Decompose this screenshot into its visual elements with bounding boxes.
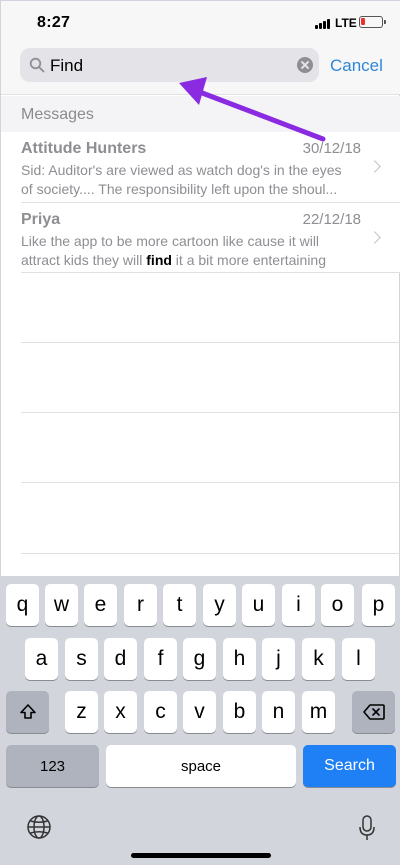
key-t[interactable]: t (163, 584, 196, 626)
cancel-button[interactable]: Cancel (330, 56, 383, 76)
divider (21, 482, 400, 483)
search-input[interactable]: Find (20, 48, 319, 82)
message-sender: Priya (21, 211, 61, 228)
key-b[interactable]: b (223, 691, 256, 733)
search-icon (29, 57, 45, 73)
battery-icon (359, 16, 386, 28)
key-i[interactable]: i (282, 584, 315, 626)
search-key[interactable]: Search (303, 745, 396, 787)
preview-line: Like the app to be more cartoon like cau… (21, 233, 320, 249)
numbers-key[interactable]: 123 (6, 745, 99, 787)
microphone-icon[interactable] (358, 814, 376, 842)
network-type: LTE (335, 16, 357, 30)
divider (21, 342, 400, 343)
shift-icon (19, 704, 36, 719)
key-d[interactable]: d (104, 638, 137, 680)
key-r[interactable]: r (124, 584, 157, 626)
key-y[interactable]: y (203, 584, 236, 626)
search-highlight: find (146, 252, 172, 268)
preview-line: attract kids they will find it a bit mor… (21, 252, 327, 268)
divider (21, 272, 400, 273)
globe-icon[interactable] (26, 814, 52, 840)
key-w[interactable]: w (45, 584, 78, 626)
chevron-right-icon (368, 160, 381, 173)
key-o[interactable]: o (321, 584, 354, 626)
preview-line: Sid: Auditor's are viewed as watch dog's… (21, 162, 342, 178)
message-date: 30/12/18 (302, 140, 361, 157)
backspace-key[interactable] (352, 691, 395, 733)
search-query: Find (50, 56, 84, 75)
key-e[interactable]: e (84, 584, 117, 626)
key-f[interactable]: f (144, 638, 177, 680)
message-preview: Like the app to be more cartoon like cau… (21, 232, 361, 270)
clear-icon[interactable] (297, 57, 313, 73)
key-u[interactable]: u (242, 584, 275, 626)
key-h[interactable]: h (223, 638, 256, 680)
key-j[interactable]: j (262, 638, 295, 680)
key-m[interactable]: m (302, 691, 335, 733)
search-header: Find Cancel (1, 45, 400, 95)
divider (21, 553, 400, 554)
key-g[interactable]: g (183, 638, 216, 680)
message-date: 22/12/18 (302, 211, 361, 228)
phone-screen: 8:27 LTE Find Cancel Messages Attitude H… (0, 0, 400, 865)
section-title: Messages (21, 106, 94, 123)
space-key[interactable]: space (106, 745, 296, 787)
key-x[interactable]: x (104, 691, 137, 733)
preview-line: of society.... The responsibility left u… (21, 181, 338, 197)
message-row[interactable]: Attitude Hunters 30/12/18 Sid: Auditor's… (1, 132, 400, 202)
key-c[interactable]: c (144, 691, 177, 733)
key-s[interactable]: s (65, 638, 98, 680)
home-indicator (131, 853, 271, 858)
shift-key[interactable] (6, 691, 49, 733)
section-header: Messages (1, 96, 400, 132)
key-a[interactable]: a (25, 638, 58, 680)
key-k[interactable]: k (302, 638, 335, 680)
key-v[interactable]: v (183, 691, 216, 733)
status-bar: 8:27 LTE (1, 1, 400, 45)
backspace-icon (362, 704, 385, 720)
chevron-right-icon (368, 231, 381, 244)
cellular-signal-icon (315, 18, 331, 29)
status-time: 8:27 (37, 14, 71, 31)
message-row[interactable]: Priya 22/12/18 Like the app to be more c… (1, 203, 400, 273)
key-p[interactable]: p (362, 584, 395, 626)
key-n[interactable]: n (262, 691, 295, 733)
key-l[interactable]: l (342, 638, 375, 680)
keyboard: q w e r t y u i o p a s d f g h j k l z … (1, 576, 400, 865)
key-z[interactable]: z (65, 691, 98, 733)
message-preview: Sid: Auditor's are viewed as watch dog's… (21, 161, 361, 199)
message-sender: Attitude Hunters (21, 140, 147, 157)
divider (21, 412, 400, 413)
key-q[interactable]: q (6, 584, 39, 626)
